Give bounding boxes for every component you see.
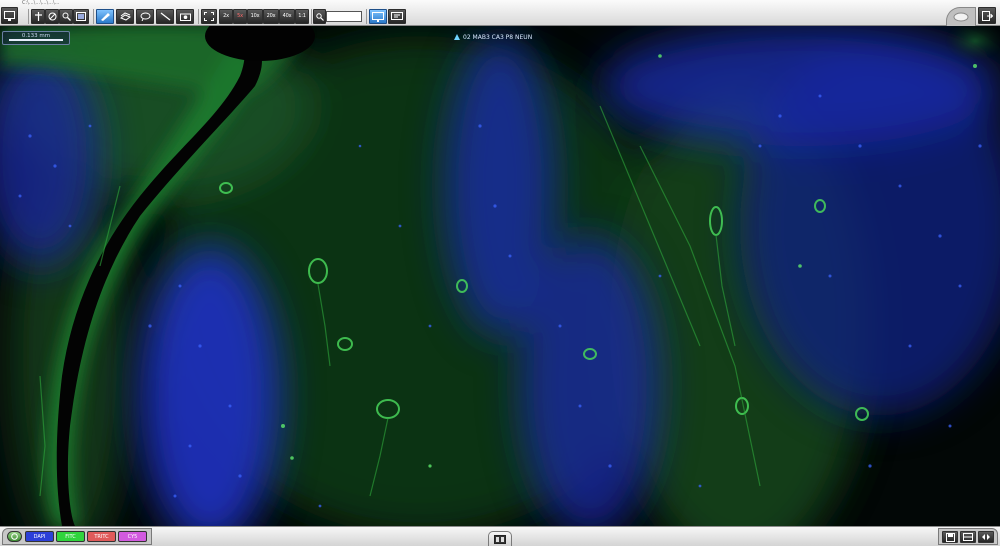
- hand-icon: [34, 12, 42, 21]
- channel-panel: DAPI FITC TRITC CY5: [2, 528, 152, 545]
- zoom-10x-button[interactable]: 10x: [247, 9, 263, 24]
- app-menu-button[interactable]: [1, 7, 18, 24]
- settings-button[interactable]: [388, 9, 406, 24]
- annotation-button[interactable]: [96, 9, 114, 24]
- save-view-button[interactable]: [942, 531, 958, 543]
- zoom-input-button[interactable]: [313, 9, 326, 24]
- layers-button[interactable]: [116, 9, 134, 24]
- zoom-1to1-button[interactable]: 1:1: [295, 9, 309, 24]
- image-icon: [76, 12, 86, 21]
- scale-bar: 0.133 mm: [2, 31, 70, 45]
- zoom-preset-icon: 10x: [250, 13, 260, 19]
- image-viewport[interactable]: [0, 26, 1000, 526]
- sync-view-button[interactable]: [978, 531, 994, 543]
- image-label-text: 02 MAB3 CA3 P8 NEUN: [463, 33, 533, 41]
- channel-button-fitc[interactable]: FITC: [56, 531, 85, 542]
- panel-toggle-button[interactable]: [488, 531, 512, 546]
- pen-icon: [100, 13, 110, 21]
- magnifier-icon: [62, 12, 71, 21]
- monitor-icon: [4, 10, 15, 21]
- channel-label: CY5: [127, 533, 138, 540]
- floppy-icon: [945, 532, 955, 542]
- view-controls-panel: [938, 528, 998, 545]
- power-icon: [11, 533, 18, 540]
- fit-to-screen-button[interactable]: [201, 9, 217, 24]
- line-icon: [160, 12, 170, 21]
- channel-button-tritc[interactable]: TRITC: [87, 531, 116, 542]
- scale-bar-line: [9, 39, 63, 41]
- exit-button[interactable]: [978, 7, 996, 24]
- layers-icon: [119, 12, 131, 21]
- sliders-icon: [391, 11, 403, 20]
- channel-label: FITC: [65, 533, 76, 540]
- zoom-2x-button[interactable]: 2x: [219, 9, 233, 24]
- snapshot-button[interactable]: [176, 9, 194, 24]
- zoom-preset-icon: 40x: [282, 13, 292, 19]
- channel-label: TRITC: [94, 533, 109, 540]
- pan-tool-button[interactable]: [31, 9, 45, 24]
- door-exit-icon: [981, 10, 993, 21]
- zoom-40x-button[interactable]: 40x: [279, 9, 295, 24]
- channel-toggle-button[interactable]: [7, 531, 22, 542]
- filmstrip-icon: [494, 534, 506, 544]
- zoom-tool-button[interactable]: [59, 9, 73, 24]
- warning-triangle-icon: [454, 34, 460, 40]
- top-toolbar: C:\...\...\...\...\... 2x 5x 10x 20x 40x…: [0, 0, 1000, 26]
- fluorescence-image: [0, 26, 1000, 526]
- lasso-button[interactable]: [136, 9, 154, 24]
- camera-icon: [179, 13, 191, 21]
- zoom-preset-icon: 20x: [266, 13, 276, 19]
- split-view-button[interactable]: [960, 531, 976, 543]
- channel-label: DAPI: [33, 533, 46, 540]
- expand-icon: [204, 12, 214, 21]
- monitor-icon: [372, 11, 384, 22]
- split-icon: [963, 533, 973, 541]
- zoom-5x-button[interactable]: 5x: [233, 9, 247, 24]
- overview-button[interactable]: [73, 9, 89, 24]
- zoom-20x-button[interactable]: 20x: [263, 9, 279, 24]
- zoom-preset-icon: 1:1: [298, 13, 306, 19]
- line-button[interactable]: [156, 9, 174, 24]
- channel-button-dapi[interactable]: DAPI: [25, 531, 54, 542]
- window-title: C:\...\...\...\...\...: [22, 0, 60, 6]
- magnifier-icon: [315, 12, 324, 21]
- circle-slash-icon: [48, 12, 56, 21]
- channel-button-cy5[interactable]: CY5: [118, 531, 147, 542]
- circle-tool-button[interactable]: [45, 9, 59, 24]
- arrows-icon: [982, 534, 990, 540]
- zoom-preset-icon: 2x: [223, 13, 229, 19]
- zoom-field[interactable]: [326, 11, 362, 22]
- lasso-icon: [140, 12, 150, 21]
- zoom-preset-icon: 5x: [237, 13, 243, 19]
- cloud-icon[interactable]: [952, 10, 970, 22]
- screenshot-button[interactable]: [369, 9, 387, 24]
- image-label: 02 MAB3 CA3 P8 NEUN: [454, 32, 532, 42]
